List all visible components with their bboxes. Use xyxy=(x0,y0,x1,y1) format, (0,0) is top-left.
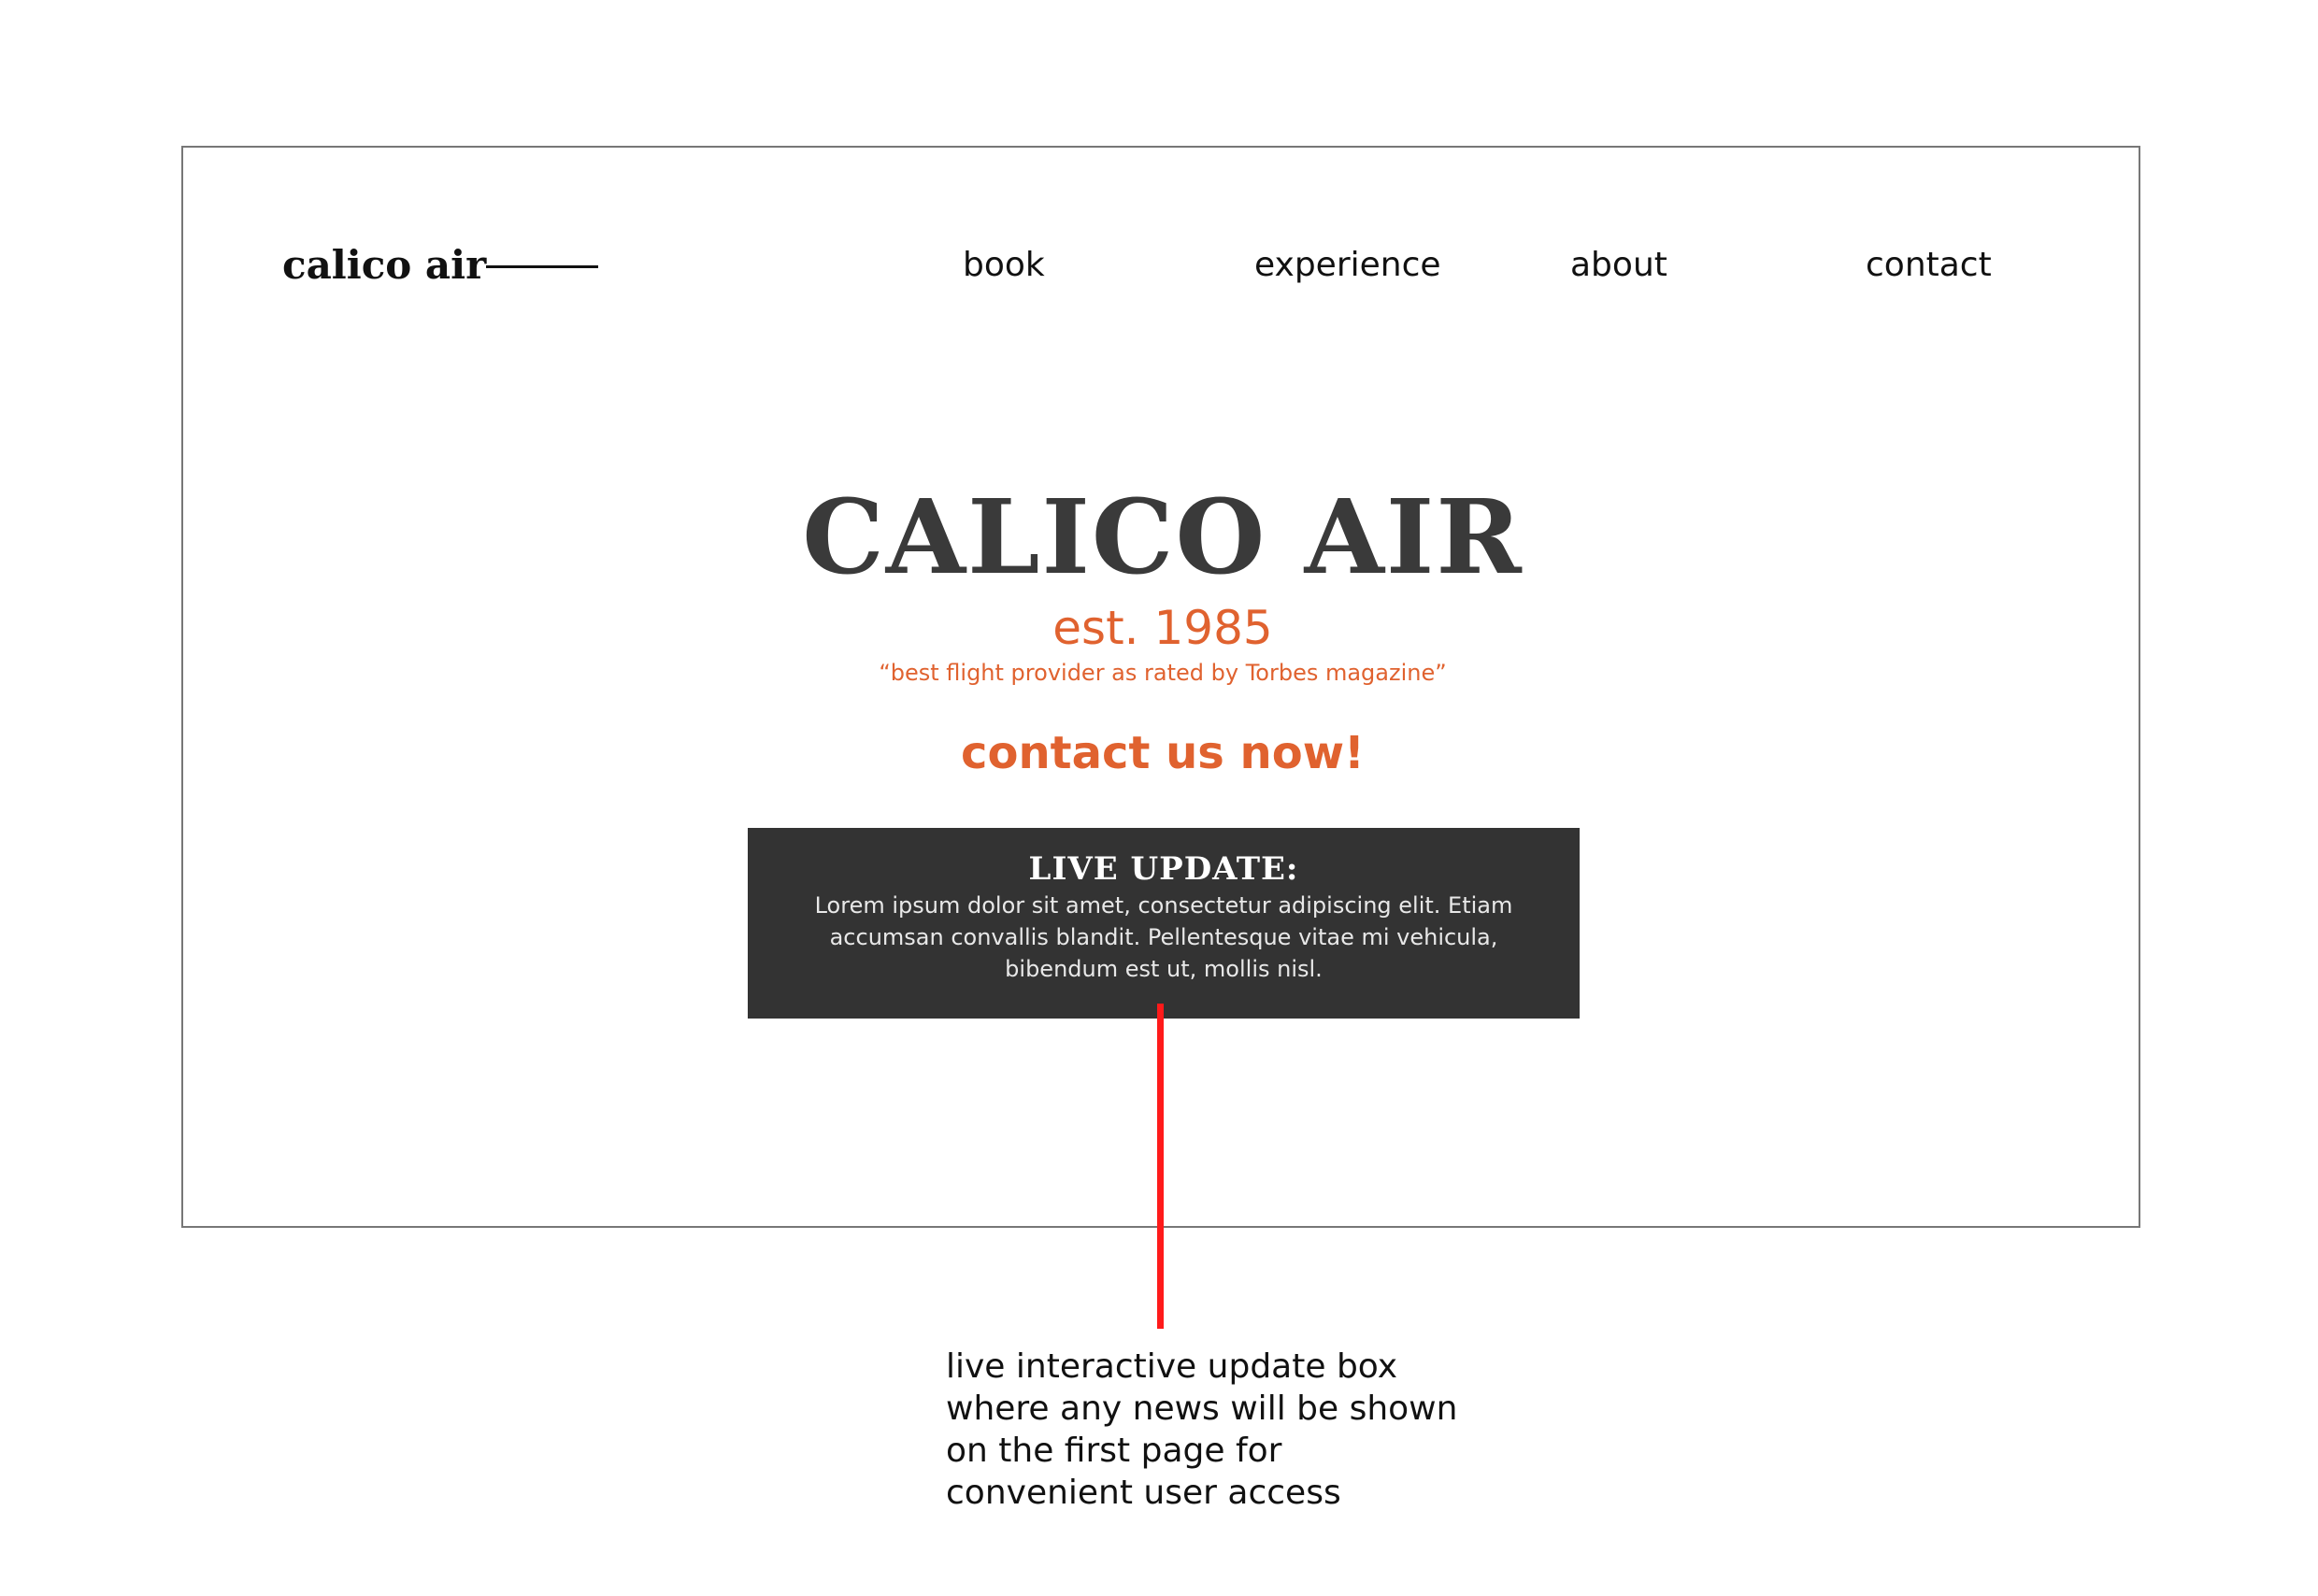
live-update-title: LIVE UPDATE: xyxy=(1028,850,1299,888)
nav-link-experience[interactable]: experience xyxy=(1254,239,1441,292)
live-update-box[interactable]: LIVE UPDATE: Lorem ipsum dolor sit amet,… xyxy=(748,828,1580,1019)
nav-link-contact[interactable]: contact xyxy=(1866,239,1992,292)
cta-container: contact us now! xyxy=(183,725,2142,781)
nav-link-about[interactable]: about xyxy=(1570,239,1667,292)
annotation-note: live interactive update box where any ne… xyxy=(946,1347,1458,1512)
hero-title: CALICO AIR xyxy=(802,477,1524,597)
annotation-pointer-line xyxy=(1157,1004,1164,1329)
established-year: est. 1985 xyxy=(1052,601,1273,655)
logo-divider xyxy=(486,265,598,268)
nav-link-book[interactable]: book xyxy=(963,239,1045,292)
live-update-text: Lorem ipsum dolor sit amet, consectetur … xyxy=(814,892,1513,982)
contact-us-button[interactable]: contact us now! xyxy=(961,727,1365,779)
tagline-quote: “best flight provider as rated by Torbes… xyxy=(879,660,1447,686)
logo[interactable]: calico air xyxy=(282,239,486,292)
